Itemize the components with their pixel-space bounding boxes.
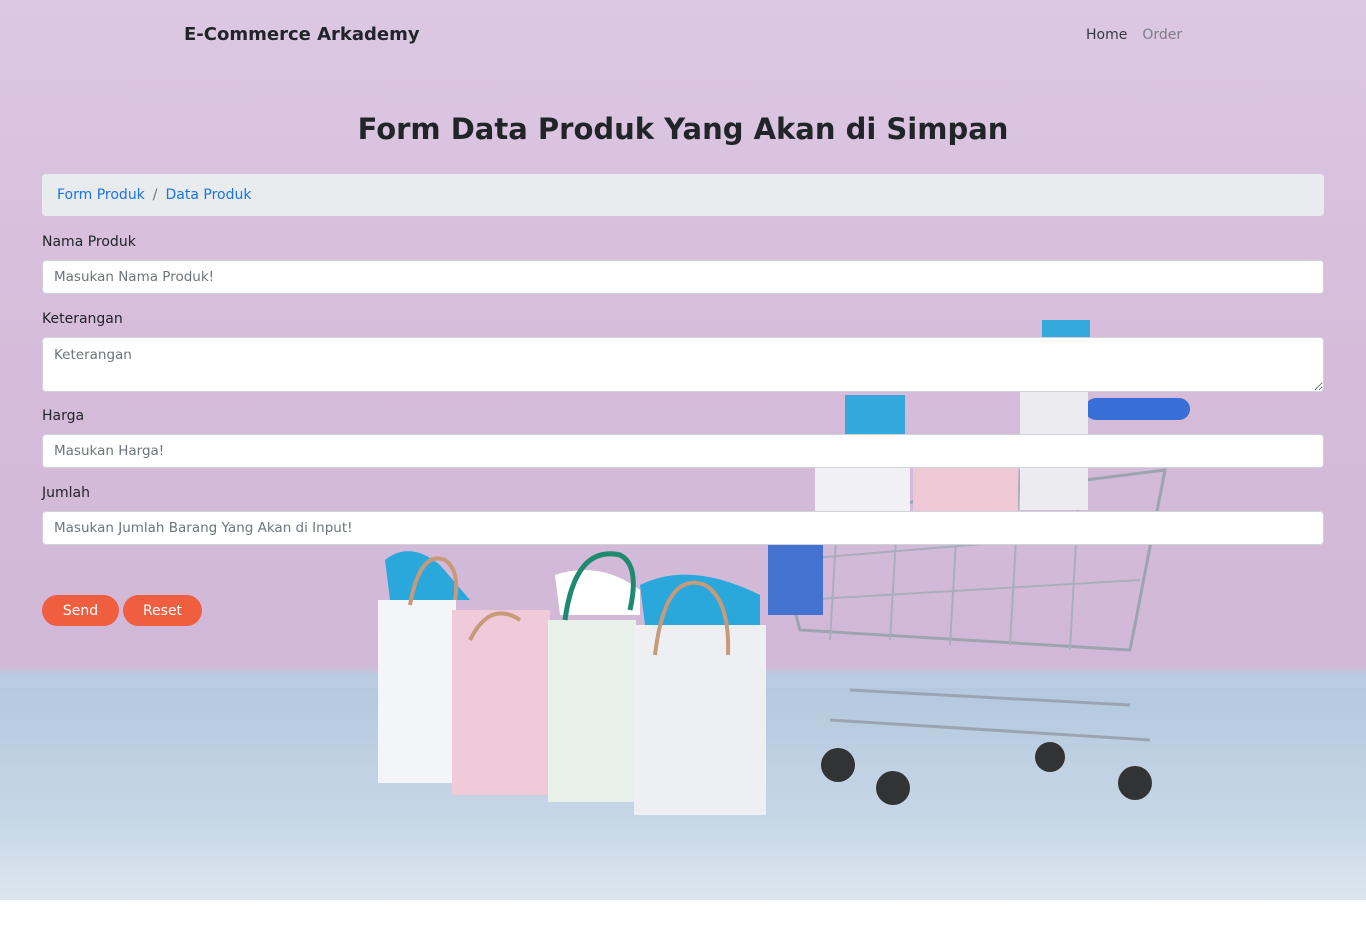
keterangan-label: Keterangan [42, 311, 123, 327]
breadcrumb-separator: / [152, 187, 158, 203]
keterangan-textarea[interactable] [42, 337, 1324, 392]
page-title: Form Data Produk Yang Akan di Simpan [357, 112, 1009, 146]
breadcrumb-item-form-produk[interactable]: Form Produk [57, 187, 145, 203]
harga-input[interactable] [42, 434, 1324, 468]
jumlah-input[interactable] [42, 511, 1324, 545]
nav-link-home[interactable]: Home [1086, 27, 1127, 43]
nama-produk-input[interactable] [42, 260, 1324, 294]
send-button[interactable]: Send [42, 595, 119, 626]
breadcrumb-item-data-produk[interactable]: Data Produk [166, 187, 252, 203]
shopping-bags-image [378, 551, 766, 815]
jumlah-label: Jumlah [42, 485, 90, 501]
nama-produk-label: Nama Produk [42, 234, 136, 250]
brand-logo[interactable]: E-Commerce Arkademy [184, 24, 420, 45]
nav-link-order[interactable]: Order [1142, 27, 1182, 43]
breadcrumb: Form Produk / Data Produk [42, 174, 1324, 216]
nav-links: Home Order [1086, 27, 1182, 43]
reset-button[interactable]: Reset [123, 595, 202, 626]
harga-label: Harga [42, 408, 85, 424]
navbar: E-Commerce Arkademy Home Order [0, 0, 1366, 70]
shopping-cart-image [768, 320, 1190, 805]
